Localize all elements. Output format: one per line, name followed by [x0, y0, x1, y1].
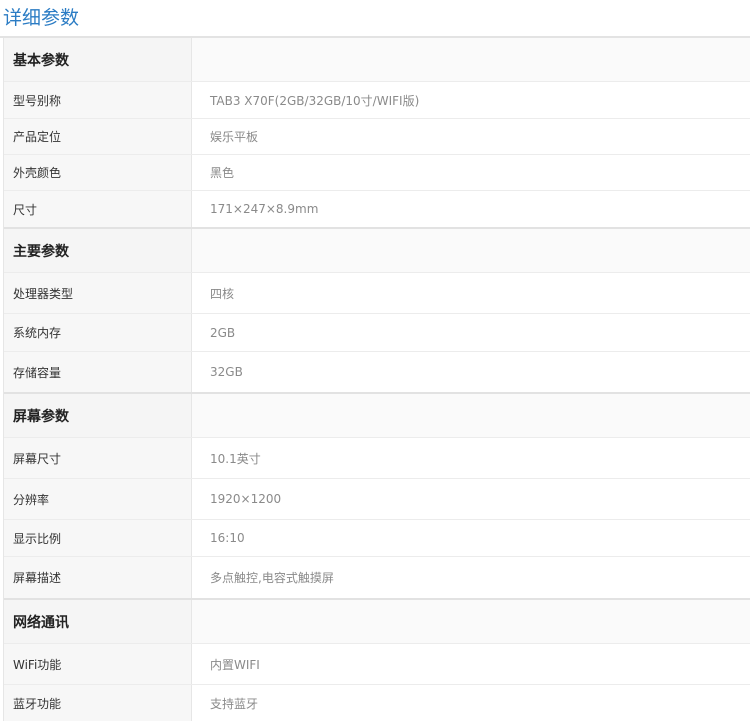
- section-header-main: 主要参数: [4, 227, 750, 272]
- spec-label: 产品定位: [4, 119, 192, 154]
- spec-label: 处理器类型: [4, 273, 192, 313]
- spec-value: 内置WIFI: [192, 644, 750, 684]
- section-header-basic: 基本参数: [4, 38, 750, 81]
- spec-value: 娱乐平板: [192, 119, 750, 154]
- spec-row-positioning: 产品定位 娱乐平板: [4, 118, 750, 154]
- spec-value: 1920×1200: [192, 479, 750, 519]
- spec-value: 16:10: [192, 520, 750, 556]
- section-header-fill: [192, 229, 750, 272]
- spec-label: 尺寸: [4, 191, 192, 227]
- spec-row-wifi: WiFi功能 内置WIFI: [4, 643, 750, 684]
- spec-value: 171×247×8.9mm: [192, 191, 750, 227]
- section-title: 基本参数: [4, 38, 192, 81]
- spec-value: 黑色: [192, 155, 750, 190]
- page-title: 详细参数: [3, 7, 80, 29]
- section-header-fill: [192, 38, 750, 81]
- spec-label: WiFi功能: [4, 644, 192, 684]
- section-header-network: 网络通讯: [4, 598, 750, 643]
- spec-table: 基本参数 型号别称 TAB3 X70F(2GB/32GB/10寸/WIFI版) …: [3, 38, 750, 721]
- spec-value: 10.1英寸: [192, 438, 750, 478]
- spec-row-color: 外壳颜色 黑色: [4, 154, 750, 190]
- spec-label: 屏幕尺寸: [4, 438, 192, 478]
- section-header-fill: [192, 394, 750, 437]
- spec-value: 支持蓝牙: [192, 685, 750, 721]
- spec-label: 蓝牙功能: [4, 685, 192, 721]
- spec-label: 系统内存: [4, 314, 192, 351]
- section-title: 网络通讯: [4, 600, 192, 643]
- spec-label: 分辨率: [4, 479, 192, 519]
- spec-label: 存储容量: [4, 352, 192, 392]
- spec-row-resolution: 分辨率 1920×1200: [4, 478, 750, 519]
- spec-label: 型号别称: [4, 82, 192, 118]
- spec-label: 屏幕描述: [4, 557, 192, 598]
- spec-row-dimensions: 尺寸 171×247×8.9mm: [4, 190, 750, 227]
- spec-value: 2GB: [192, 314, 750, 351]
- spec-label: 外壳颜色: [4, 155, 192, 190]
- section-title: 主要参数: [4, 229, 192, 272]
- spec-row-bluetooth: 蓝牙功能 支持蓝牙: [4, 684, 750, 721]
- spec-value: TAB3 X70F(2GB/32GB/10寸/WIFI版): [192, 82, 750, 118]
- section-title: 屏幕参数: [4, 394, 192, 437]
- section-header-screen: 屏幕参数: [4, 392, 750, 437]
- spec-row-storage: 存储容量 32GB: [4, 351, 750, 392]
- spec-row-aspect-ratio: 显示比例 16:10: [4, 519, 750, 556]
- spec-value: 多点触控,电容式触摸屏: [192, 557, 750, 598]
- spec-value: 32GB: [192, 352, 750, 392]
- spec-label: 显示比例: [4, 520, 192, 556]
- spec-row-model-alias: 型号别称 TAB3 X70F(2GB/32GB/10寸/WIFI版): [4, 81, 750, 118]
- spec-value: 四核: [192, 273, 750, 313]
- section-header-fill: [192, 600, 750, 643]
- spec-row-screen-size: 屏幕尺寸 10.1英寸: [4, 437, 750, 478]
- spec-row-processor: 处理器类型 四核: [4, 272, 750, 313]
- spec-row-memory: 系统内存 2GB: [4, 313, 750, 351]
- spec-row-screen-description: 屏幕描述 多点触控,电容式触摸屏: [4, 556, 750, 598]
